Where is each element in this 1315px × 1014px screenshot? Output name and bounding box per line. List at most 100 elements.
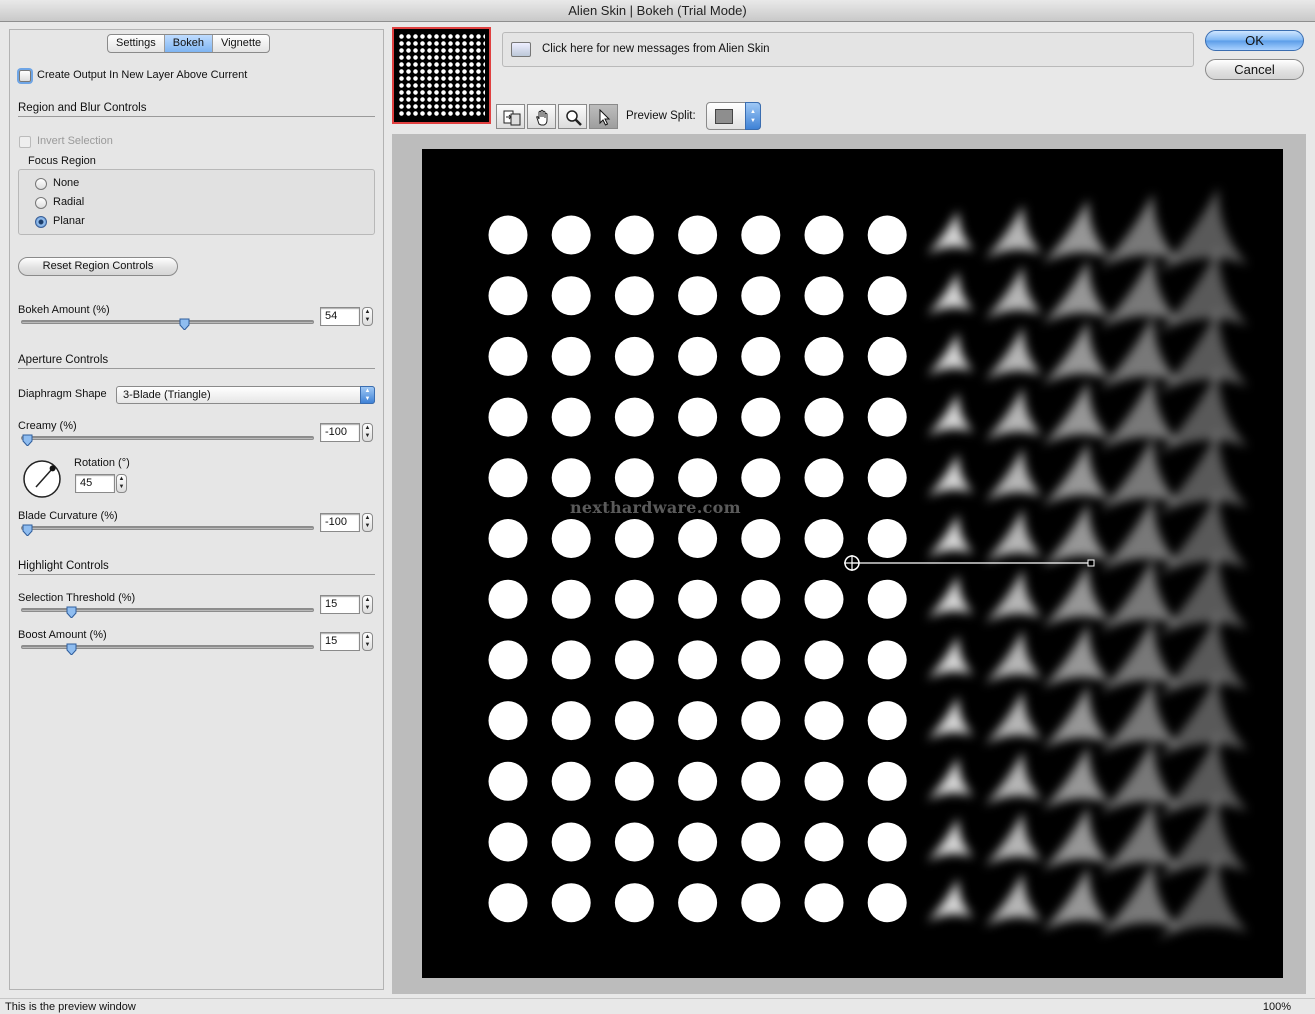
preview-dot <box>804 822 844 862</box>
preview-image <box>488 187 1249 941</box>
bokeh-shape <box>927 635 974 680</box>
messages-text: Click here for new messages from Alien S… <box>542 43 770 55</box>
preview-dot <box>614 276 654 316</box>
window-title-bar: Alien Skin | Bokeh (Trial Mode) <box>0 0 1315 22</box>
bokeh-shape <box>1042 745 1111 810</box>
blade-curvature-thumb[interactable] <box>22 524 33 536</box>
creamy-stepper[interactable]: ▲ ▼ <box>362 423 373 442</box>
preview-dot <box>741 519 781 558</box>
diaphragm-shape-select[interactable]: 3-Blade (Triangle) ▲ ▼ <box>116 386 375 404</box>
tab-settings[interactable]: Settings <box>108 35 165 52</box>
ok-button[interactable]: OK <box>1205 30 1304 51</box>
preview-dot <box>678 458 718 498</box>
tab-bokeh[interactable]: Bokeh <box>164 35 213 52</box>
selection-threshold-field[interactable]: 15 <box>320 595 360 614</box>
preview-dot <box>741 579 781 619</box>
radio-planar[interactable] <box>35 216 47 228</box>
creamy-thumb[interactable] <box>22 434 33 446</box>
selection-threshold-thumb[interactable] <box>66 606 77 618</box>
message-icon <box>511 42 531 57</box>
preview-dot <box>488 336 528 376</box>
bokeh-amount-field[interactable]: 54 <box>320 307 360 326</box>
preview-dot <box>741 883 781 923</box>
preview-dot <box>678 276 718 316</box>
cancel-button[interactable]: Cancel <box>1205 59 1304 80</box>
bokeh-shape <box>927 756 974 801</box>
messages-bar[interactable]: Click here for new messages from Alien S… <box>502 32 1194 67</box>
preview-dot <box>741 336 781 376</box>
pointer-tool-button[interactable] <box>589 104 618 129</box>
preview-dot <box>741 701 781 741</box>
boost-amount-stepper[interactable]: ▲ ▼ <box>362 632 373 651</box>
bokeh-amount-stepper[interactable]: ▲ ▼ <box>362 307 373 326</box>
preview-split-select[interactable]: ▲ ▼ <box>706 102 761 130</box>
preview-canvas[interactable] <box>422 149 1283 978</box>
tab-vignette[interactable]: Vignette <box>213 35 269 52</box>
watermark-text: nexthardware.com <box>570 498 741 517</box>
preview-dot <box>488 215 528 255</box>
preview-dot <box>741 458 781 498</box>
bokeh-shape <box>984 872 1043 927</box>
preview-dot <box>867 883 907 923</box>
zoom-icon <box>566 110 582 126</box>
preview-dot <box>488 761 528 801</box>
highlight-heading: Highlight Controls <box>18 560 375 575</box>
reset-region-button[interactable]: Reset Region Controls <box>18 257 178 276</box>
boost-amount-thumb[interactable] <box>66 643 77 655</box>
bokeh-shape <box>1042 441 1111 507</box>
creamy-slider[interactable] <box>21 436 314 440</box>
rotation-stepper[interactable]: ▲ ▼ <box>116 474 127 493</box>
preview-dot <box>804 276 844 316</box>
preview-split-label: Preview Split: <box>626 110 696 122</box>
compare-tool-button[interactable] <box>496 104 525 129</box>
preview-dot <box>804 336 844 376</box>
radio-none-label: None <box>53 177 80 189</box>
create-output-checkbox[interactable] <box>19 70 31 82</box>
preview-dot <box>614 397 654 437</box>
preview-dot <box>614 761 654 801</box>
bokeh-shape <box>984 690 1043 745</box>
bokeh-shape <box>1158 187 1249 273</box>
preview-dot <box>614 822 654 862</box>
preview-dot <box>804 701 844 741</box>
radio-radial-label: Radial <box>53 196 85 208</box>
bokeh-amount-slider[interactable] <box>21 320 314 324</box>
bokeh-shape <box>984 386 1043 442</box>
preview-dot <box>678 397 718 437</box>
selection-threshold-stepper[interactable]: ▲ ▼ <box>362 595 373 614</box>
radio-none[interactable] <box>35 178 47 190</box>
bokeh-amount-thumb[interactable] <box>179 318 190 330</box>
radio-radial[interactable] <box>35 197 47 209</box>
preview-dot <box>741 822 781 862</box>
blade-curvature-stepper[interactable]: ▲ ▼ <box>362 513 373 532</box>
rotation-dial[interactable] <box>22 459 62 499</box>
preview-split-swatch <box>715 109 733 124</box>
preview-dot <box>488 397 528 437</box>
preview-dot <box>804 579 844 619</box>
preview-dot <box>551 579 591 619</box>
blade-curvature-field[interactable]: -100 <box>320 513 360 532</box>
preview-dot <box>551 336 591 376</box>
rotation-field[interactable]: 45 <box>75 474 115 493</box>
preview-dot <box>678 336 718 376</box>
hand-tool-button[interactable] <box>527 104 556 129</box>
bokeh-shape <box>984 568 1043 624</box>
preview-dot <box>488 579 528 619</box>
preview-dot <box>678 701 718 741</box>
preview-dot <box>804 640 844 680</box>
boost-amount-field[interactable]: 15 <box>320 632 360 651</box>
invert-selection-checkbox[interactable] <box>19 136 31 148</box>
bokeh-shape <box>927 453 974 498</box>
blade-curvature-slider[interactable] <box>21 526 314 530</box>
preview-dot <box>551 761 591 801</box>
bokeh-shape <box>984 204 1043 259</box>
creamy-label: Creamy (%) <box>18 420 77 432</box>
navigator-thumbnail[interactable] <box>392 27 491 124</box>
preview-dot <box>867 822 907 862</box>
zoom-tool-button[interactable] <box>558 104 587 129</box>
creamy-field[interactable]: -100 <box>320 423 360 442</box>
preview-dot <box>804 519 844 558</box>
preview-dot <box>678 822 718 862</box>
bokeh-shape <box>927 210 974 255</box>
preview-dot <box>551 458 591 498</box>
